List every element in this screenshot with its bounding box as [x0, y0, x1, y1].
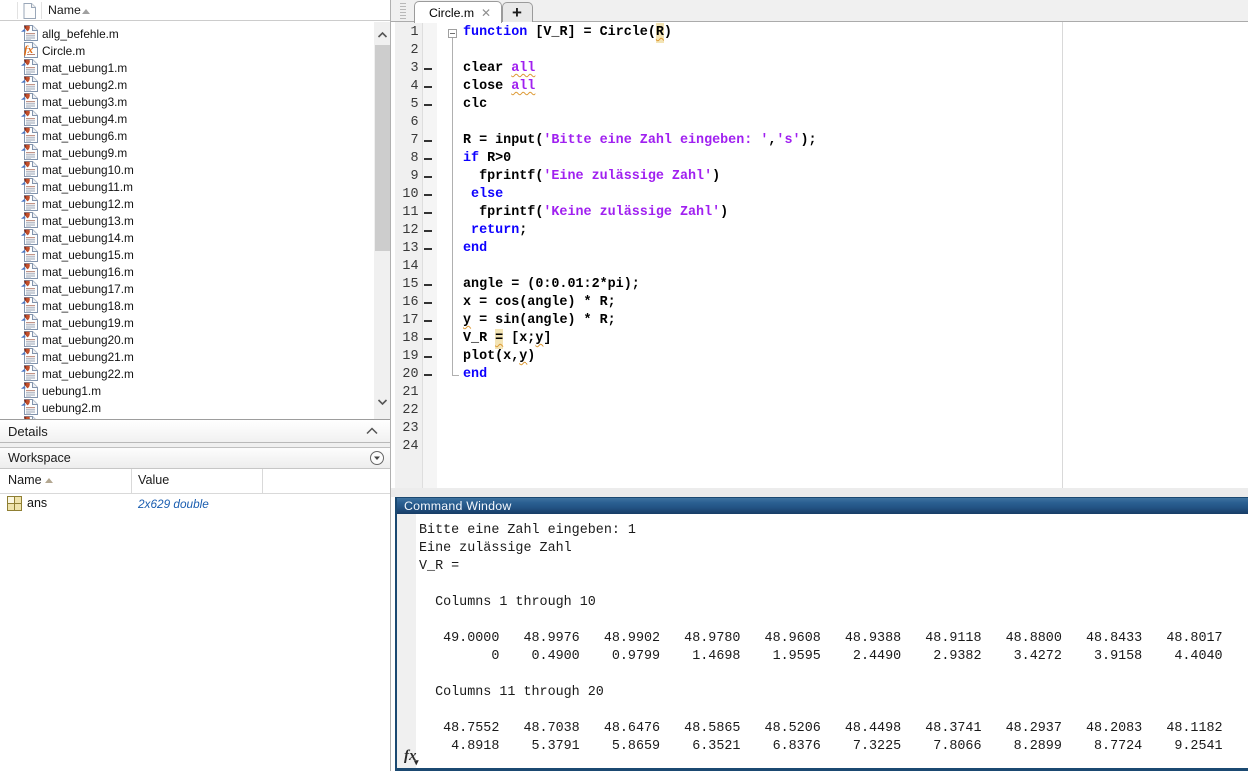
svg-text:fx: fx: [24, 44, 34, 56]
